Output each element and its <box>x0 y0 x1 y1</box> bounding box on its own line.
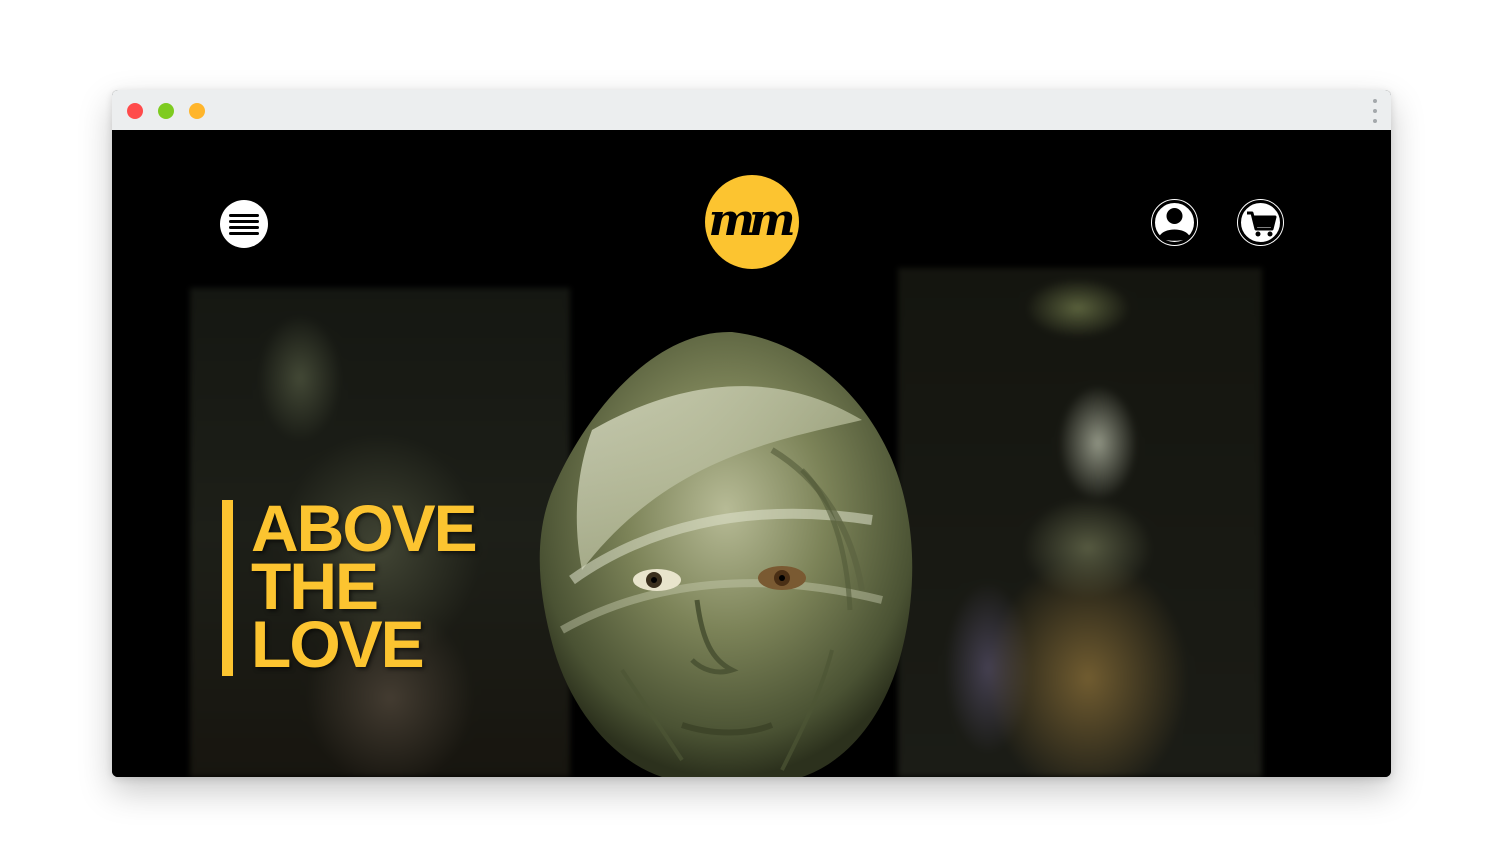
kebab-menu-icon[interactable] <box>1371 99 1379 123</box>
creature-right-image <box>898 268 1262 777</box>
hamburger-menu-icon[interactable] <box>220 200 268 248</box>
page-viewport: mm ABOVE THE LOVE <box>112 130 1391 777</box>
hero-headline: ABOVE THE LOVE <box>222 495 478 681</box>
logo-text: mm <box>708 194 795 246</box>
browser-title-bar <box>112 90 1391 130</box>
browser-window: mm ABOVE THE LOVE <box>112 90 1391 777</box>
creature-center-image <box>532 330 922 777</box>
maximize-window-button[interactable] <box>189 103 205 119</box>
minimize-window-button[interactable] <box>158 103 174 119</box>
headline-line-3: LOVE <box>251 607 425 681</box>
close-window-button[interactable] <box>127 103 143 119</box>
user-account-icon[interactable] <box>1151 199 1198 246</box>
brand-logo[interactable]: mm <box>705 175 799 269</box>
shopping-cart-icon[interactable] <box>1237 199 1284 246</box>
